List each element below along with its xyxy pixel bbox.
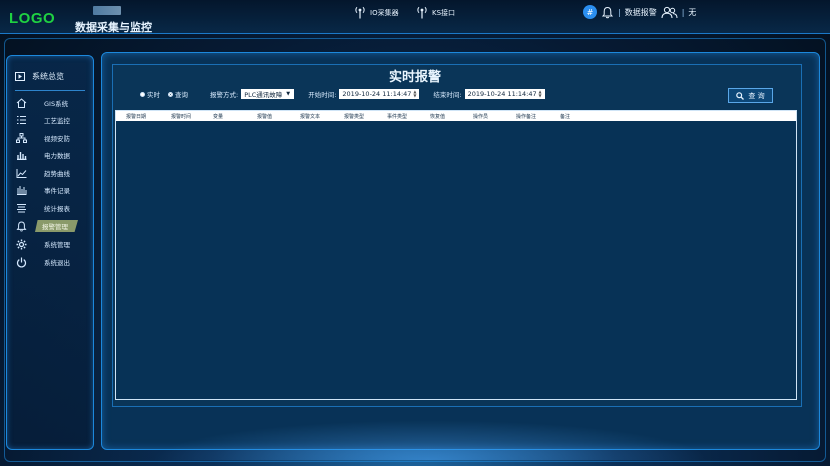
column-header[interactable]: 事件类型 [387, 113, 407, 120]
column-header[interactable]: 报警时间 [171, 113, 191, 120]
nav-tab-ks[interactable]: KS接口 [416, 6, 455, 19]
sidebar-item-process[interactable]: 工艺监控 [15, 113, 91, 127]
system-title: 数据采集与监控 [75, 21, 152, 34]
start-time-value: 2019-10-24 11:14:47 [342, 90, 412, 98]
antenna-icon [355, 6, 365, 19]
separator: | [681, 7, 685, 17]
sidebar-item-alarm[interactable]: 报警管理 [15, 219, 91, 233]
sidebar-item-reports[interactable]: 统计报表 [15, 201, 91, 215]
network-icon [15, 133, 27, 144]
sidebar-item-exit[interactable]: 系统退出 [15, 255, 91, 269]
column-header[interactable]: 变量 [213, 113, 223, 120]
bottom-glow [150, 420, 710, 460]
sidebar-item-label: 统计报表 [44, 205, 70, 213]
sidebar-item-label: 系统退出 [44, 259, 70, 267]
alarm-mode-value: PLC通讯故障 [244, 91, 283, 99]
sidebar-item-label: GIS系统 [44, 100, 69, 108]
alarm-mode-select[interactable]: PLC通讯故障 ▼ [241, 89, 295, 99]
table-header: 报警日期 报警时间 变量 报警值 报警文本 报警类型 事件类型 恢复值 操作员 … [116, 111, 796, 121]
column-header[interactable]: 恢复值 [430, 113, 445, 120]
antenna-icon [417, 6, 427, 19]
nav-tab-io-label: IO采集器 [370, 8, 399, 17]
column-header[interactable]: 操作备注 [516, 113, 536, 120]
table-body [116, 121, 796, 399]
column-header[interactable]: 报警值 [257, 113, 272, 120]
gear-icon [15, 239, 27, 250]
radio-label: 查询 [175, 91, 188, 99]
list-icon [15, 115, 27, 126]
alarm-mode-label: 报警方式: [210, 91, 239, 99]
bars-icon [15, 185, 27, 196]
column-header[interactable]: 操作员 [473, 113, 488, 120]
top-bar: LOGO 数据采集与监控 IO采集器 KS接口 # | 数据报警 | 无 [0, 0, 830, 34]
radio-label: 实时 [147, 91, 160, 99]
column-header[interactable]: 报警类型 [344, 113, 364, 120]
chevron-down-icon: ▼ [286, 91, 291, 97]
bell-icon[interactable] [601, 6, 614, 19]
hash-button[interactable]: # [583, 5, 597, 19]
sidebar-item-label: 趋势曲线 [44, 170, 70, 178]
end-time-value: 2019-10-24 11:14:47 [467, 90, 537, 98]
end-time-label: 结束时间: [433, 91, 462, 99]
radio-dot [140, 91, 145, 97]
sidebar-item-gis[interactable]: GIS系统 [15, 96, 91, 110]
home-icon [15, 98, 27, 109]
search-icon [736, 91, 745, 100]
bar-chart-icon [15, 150, 27, 161]
divider [15, 90, 85, 91]
sidebar-item-events[interactable]: 事件记录 [15, 183, 91, 197]
filter-bar: 实时 查询 报警方式: PLC通讯故障 ▼ 开始时间: 2019-10-24 1… [140, 89, 545, 99]
spinner-icon[interactable]: ▲ ▼ [413, 90, 416, 98]
query-button-label: 查 询 [748, 91, 765, 100]
start-time-label: 开始时间: [308, 91, 337, 99]
sidebar-item-label: 系统管理 [44, 241, 70, 249]
query-button[interactable]: 查 询 [728, 88, 773, 103]
nav-tab-io[interactable]: IO采集器 [354, 6, 399, 19]
sidebar-item-power[interactable]: 电力数据 [15, 148, 91, 162]
radio-query[interactable]: 查询 [168, 89, 188, 99]
header-right: # | 数据报警 | 无 [583, 5, 696, 19]
alarm-table: 报警日期 报警时间 变量 报警值 报警文本 报警类型 事件类型 恢复值 操作员 … [115, 110, 797, 400]
column-header[interactable]: 备注 [560, 113, 570, 120]
start-time-input[interactable]: 2019-10-24 11:14:47 ▲ ▼ [339, 89, 420, 99]
separator: | [618, 7, 621, 17]
logo: LOGO [9, 10, 56, 27]
title-decoration [93, 6, 121, 15]
report-icon [15, 203, 27, 214]
sidebar-item-label: 工艺监控 [44, 117, 70, 125]
alarm-label[interactable]: 数据报警 [625, 7, 657, 18]
column-header[interactable]: 报警文本 [300, 113, 320, 120]
sidebar: 系统总览 GIS系统 工艺监控 视频安防 电力数据 趋势曲线 事件记录 统计报表… [6, 55, 94, 450]
power-icon [15, 257, 27, 268]
line-chart-icon [15, 168, 27, 179]
bell-icon [15, 220, 27, 232]
sidebar-item-label: 报警管理 [35, 220, 78, 232]
sidebar-item-label: 事件记录 [44, 187, 70, 195]
page-title: 实时报警 [388, 70, 441, 85]
radio-realtime[interactable]: 实时 [140, 89, 160, 99]
users-icon[interactable] [661, 6, 678, 19]
radio-dot [168, 91, 173, 97]
sidebar-item-label: 电力数据 [44, 152, 70, 160]
end-time-input[interactable]: 2019-10-24 11:14:47 ▲ ▼ [464, 89, 545, 99]
sidebar-item-trend[interactable]: 趋势曲线 [15, 166, 91, 180]
nav-tab-ks-label: KS接口 [432, 8, 456, 17]
sidebar-item-label: 视频安防 [44, 135, 70, 143]
spinner-icon[interactable]: ▲ ▼ [539, 90, 542, 98]
column-header[interactable]: 报警日期 [126, 113, 146, 120]
sidebar-item-manage[interactable]: 系统管理 [15, 237, 91, 251]
user-name: 无 [688, 7, 697, 17]
sidebar-item-video[interactable]: 视频安防 [15, 131, 91, 145]
